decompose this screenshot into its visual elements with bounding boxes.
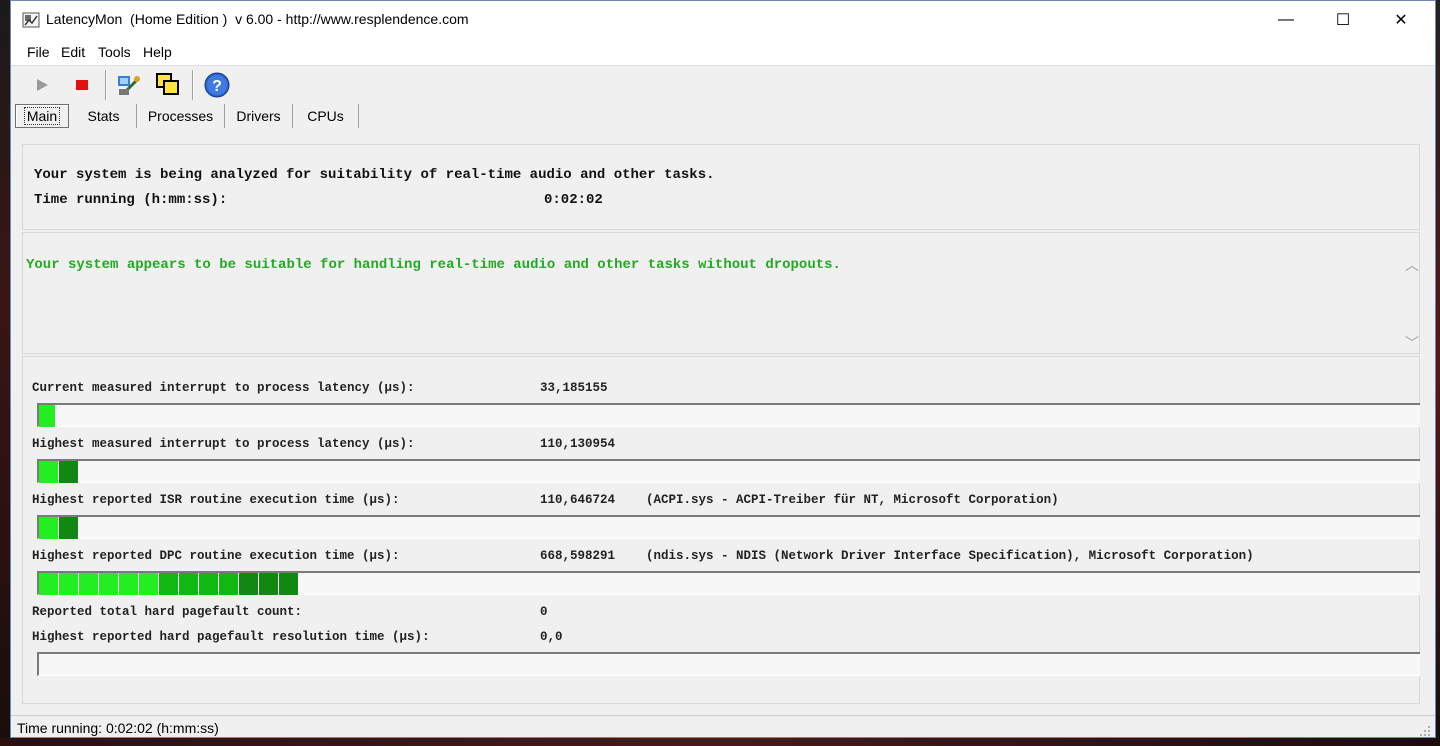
progress-segment bbox=[179, 573, 199, 595]
progress-segment bbox=[39, 405, 56, 427]
tab-main[interactable]: Main bbox=[15, 104, 69, 128]
progress-bar-pagefault bbox=[37, 652, 1428, 676]
toolbar-separator bbox=[192, 70, 194, 100]
windows-overlap-icon[interactable] bbox=[153, 70, 183, 100]
verdict-panel: Your system appears to be suitable for h… bbox=[22, 232, 1420, 354]
tab-drivers-label: Drivers bbox=[236, 108, 281, 124]
scroll-up-icon[interactable]: ︿ bbox=[1405, 255, 1419, 275]
progress-bar-current-latency bbox=[37, 403, 1428, 427]
tab-drivers[interactable]: Drivers bbox=[225, 104, 293, 128]
progress-segment bbox=[59, 461, 79, 483]
analysis-panel: Your system is being analyzed for suitab… bbox=[22, 144, 1420, 230]
tab-processes[interactable]: Processes bbox=[137, 104, 225, 128]
menu-edit[interactable]: Edit bbox=[61, 44, 85, 60]
tab-processes-label: Processes bbox=[147, 108, 214, 124]
analysis-text: Your system is being analyzed for suitab… bbox=[34, 167, 715, 183]
progress-segment bbox=[39, 573, 59, 595]
stop-icon[interactable] bbox=[67, 70, 97, 100]
metric-label: Highest measured interrupt to process la… bbox=[32, 437, 415, 451]
maximize-button[interactable]: ☐ bbox=[1314, 1, 1372, 39]
help-icon[interactable]: ? bbox=[202, 70, 232, 100]
metric-label: Highest reported DPC routine execution t… bbox=[32, 549, 400, 563]
close-button[interactable]: ✕ bbox=[1372, 1, 1430, 39]
metric-value: 33,185155 bbox=[540, 381, 608, 395]
progress-segment bbox=[199, 573, 219, 595]
maximize-icon: ☐ bbox=[1335, 12, 1351, 29]
menu-file[interactable]: File bbox=[27, 44, 50, 60]
progress-segment bbox=[39, 461, 59, 483]
minimize-icon: — bbox=[1278, 11, 1294, 28]
tab-stats-label: Stats bbox=[87, 108, 120, 124]
window-scrollbar[interactable] bbox=[1420, 66, 1435, 715]
window-title: LatencyMon (Home Edition ) v 6.00 - http… bbox=[46, 11, 469, 27]
resize-grip-icon[interactable] bbox=[1419, 725, 1431, 737]
progress-segment bbox=[219, 573, 239, 595]
status-bar: Time running: 0:02:02 (h:mm:ss) bbox=[11, 715, 1435, 737]
progress-segment bbox=[139, 573, 159, 595]
tab-bar: Main Stats Processes Drivers CPUs bbox=[11, 102, 1435, 130]
play-icon[interactable] bbox=[27, 70, 57, 100]
progress-bar-isr-time bbox=[37, 515, 1428, 539]
time-running-value: 0:02:02 bbox=[544, 192, 603, 208]
scroll-down-icon[interactable]: ﹀ bbox=[1405, 333, 1419, 353]
progress-segment bbox=[279, 573, 299, 595]
settings-wizard-icon[interactable] bbox=[113, 70, 143, 100]
desktop-background-right bbox=[1436, 0, 1440, 746]
toolbar: ? bbox=[11, 66, 1435, 104]
metric-label: Highest reported ISR routine execution t… bbox=[32, 493, 400, 507]
progress-segment bbox=[119, 573, 139, 595]
pagefault-count-label: Reported total hard pagefault count: bbox=[32, 605, 303, 619]
progress-bar-highest-latency bbox=[37, 459, 1428, 483]
metric-detail: (ACPI.sys - ACPI-Treiber für NT, Microso… bbox=[646, 493, 1059, 507]
menu-tools[interactable]: Tools bbox=[98, 44, 131, 60]
status-text: Time running: 0:02:02 (h:mm:ss) bbox=[17, 720, 219, 736]
desktop-background-left bbox=[0, 0, 10, 746]
metric-label: Current measured interrupt to process la… bbox=[32, 381, 415, 395]
progress-segment bbox=[39, 517, 59, 539]
metric-value: 110,646724 bbox=[540, 493, 616, 507]
pagefault-time-label: Highest reported hard pagefault resoluti… bbox=[32, 630, 430, 644]
toolbar-separator bbox=[105, 70, 107, 100]
progress-segment bbox=[259, 573, 279, 595]
progress-segment bbox=[239, 573, 259, 595]
tab-cpus-label: CPUs bbox=[307, 108, 344, 124]
metrics-panel: Current measured interrupt to process la… bbox=[22, 356, 1428, 704]
progress-segment bbox=[79, 573, 99, 595]
pagefault-count-value: 0 bbox=[540, 605, 548, 619]
progress-segment bbox=[99, 573, 119, 595]
menu-help[interactable]: Help bbox=[143, 44, 172, 60]
progress-bar-dpc-time bbox=[37, 571, 1428, 595]
metric-value: 668,598291 bbox=[540, 549, 616, 563]
tab-cpus[interactable]: CPUs bbox=[293, 104, 359, 128]
progress-segment bbox=[159, 573, 179, 595]
latencymon-window: LatencyMon (Home Edition ) v 6.00 - http… bbox=[10, 0, 1436, 738]
time-running-label: Time running (h:mm:ss): bbox=[34, 192, 228, 208]
minimize-button[interactable]: — bbox=[1257, 1, 1315, 39]
title-bar[interactable]: LatencyMon (Home Edition ) v 6.00 - http… bbox=[11, 1, 1435, 39]
verdict-text: Your system appears to be suitable for h… bbox=[26, 257, 841, 273]
svg-text:?: ? bbox=[212, 78, 222, 95]
metric-detail: (ndis.sys - NDIS (Network Driver Interfa… bbox=[646, 549, 1254, 563]
close-icon: ✕ bbox=[1394, 12, 1408, 29]
progress-segment bbox=[59, 517, 79, 539]
pagefault-time-value: 0,0 bbox=[540, 630, 563, 644]
metric-value: 110,130954 bbox=[540, 437, 616, 451]
app-icon bbox=[22, 12, 40, 28]
tab-main-label: Main bbox=[23, 107, 61, 125]
progress-segment bbox=[59, 573, 79, 595]
tab-stats[interactable]: Stats bbox=[71, 104, 137, 128]
menu-bar: File Edit Tools Help bbox=[11, 39, 1435, 66]
desktop-background-bottom bbox=[0, 738, 1440, 746]
